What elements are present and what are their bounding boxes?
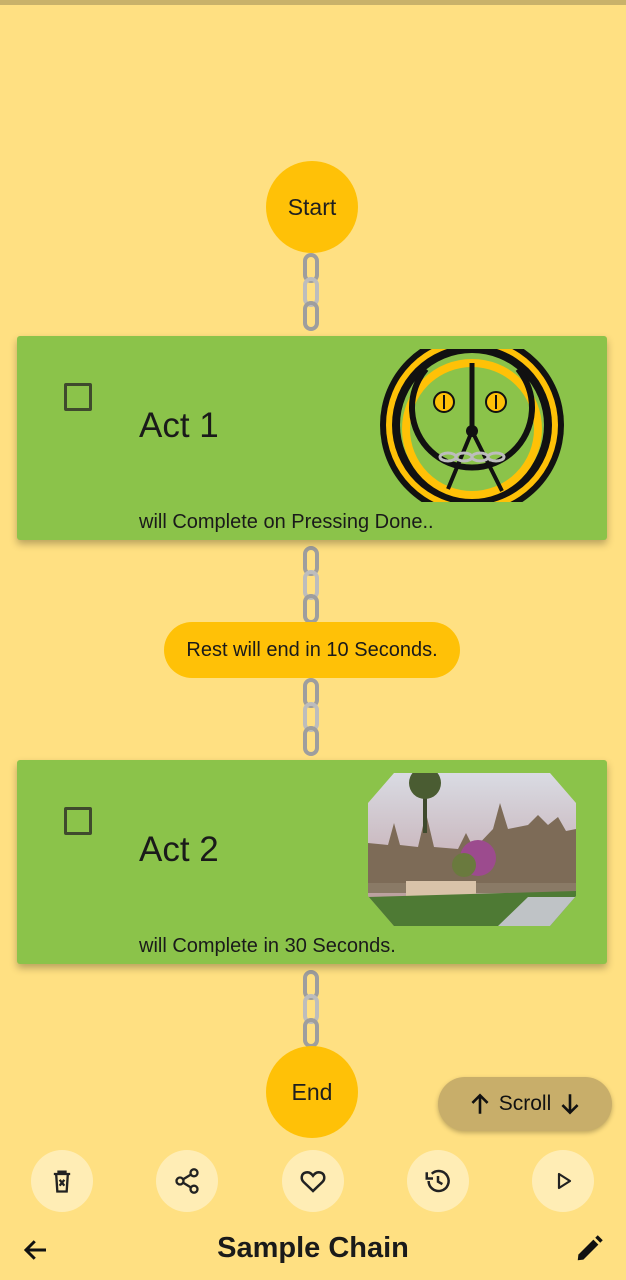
chain-link-icon xyxy=(303,678,319,756)
act-title: Act 2 xyxy=(139,830,219,869)
delete-icon xyxy=(53,1170,71,1193)
page-title: Sample Chain xyxy=(217,1232,409,1264)
chain-link-icon xyxy=(303,546,319,624)
play-icon xyxy=(557,1172,572,1190)
arrow-up-icon xyxy=(471,1093,489,1114)
start-node: Start xyxy=(266,161,358,253)
scroll-button[interactable]: Scroll xyxy=(438,1077,612,1131)
chain-link-icon xyxy=(303,253,319,331)
history-icon xyxy=(425,1169,450,1193)
rest-timer-badge: Rest will end in 10 Seconds. xyxy=(164,622,460,678)
act-card[interactable]: Act 1 will Complete on Pressing Done.. xyxy=(17,336,607,540)
play-button[interactable] xyxy=(532,1150,594,1212)
temple-photo-image xyxy=(368,773,576,926)
history-button[interactable] xyxy=(407,1150,469,1212)
edit-pencil-icon xyxy=(577,1235,603,1261)
edit-button[interactable] xyxy=(570,1230,608,1268)
act-subtitle: will Complete on Pressing Done.. xyxy=(139,511,434,533)
act-subtitle: will Complete in 30 Seconds. xyxy=(139,935,396,957)
arrow-down-icon xyxy=(561,1094,579,1115)
chain-logo-image xyxy=(368,349,576,502)
act-checkbox[interactable] xyxy=(64,807,92,835)
start-label: Start xyxy=(287,193,337,220)
end-label: End xyxy=(291,1078,333,1105)
act-card[interactable]: Act 2 will Complete in 30 Seconds. xyxy=(17,760,607,964)
favorite-button[interactable] xyxy=(282,1150,344,1212)
chain-link-icon xyxy=(303,970,319,1048)
top-divider xyxy=(0,0,626,5)
rest-label: Rest will end in 10 Seconds. xyxy=(186,638,438,661)
heart-icon xyxy=(300,1171,326,1193)
scroll-label: Scroll xyxy=(498,1092,552,1115)
share-button[interactable] xyxy=(156,1150,218,1212)
end-node: End xyxy=(266,1046,358,1138)
share-icon xyxy=(175,1168,199,1194)
act-checkbox[interactable] xyxy=(64,383,92,411)
delete-button[interactable] xyxy=(31,1150,93,1212)
act-title: Act 1 xyxy=(139,406,219,445)
